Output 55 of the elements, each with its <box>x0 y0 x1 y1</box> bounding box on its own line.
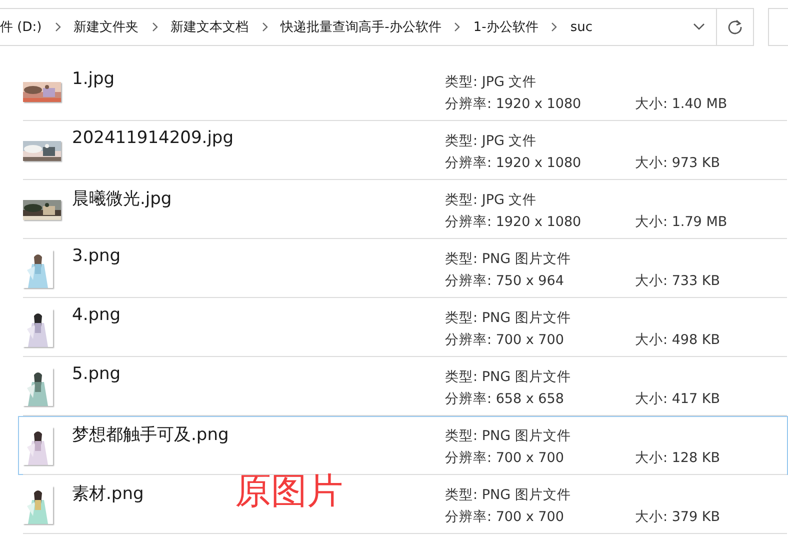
file-size: 大小: 973 KB <box>635 155 720 171</box>
file-name: 202411914209.jpg <box>72 128 234 148</box>
file-size: 大小: 1.79 MB <box>635 214 728 230</box>
file-type: 类型: JPG 文件 <box>445 73 538 91</box>
file-size: 大小: 379 KB <box>635 509 720 525</box>
chevron-icon <box>550 22 558 32</box>
file-row[interactable]: 1.jpg 类型: JPG 文件 分辨率: 1920 x 1080 大小: 1.40 MB <box>18 62 788 121</box>
breadcrumb-item[interactable]: 快递批量查询高手-办公软件 <box>274 18 448 36</box>
file-name: 晨曦微光.jpg <box>72 188 172 210</box>
file-row[interactable]: 202411914209.jpg 类型: JPG 文件 分辨率: 1920 x 1080 大小: 973 KB <box>18 121 788 180</box>
chevron-icon <box>54 22 62 32</box>
file-resolution: 分辨率: 750 x 964 <box>445 272 565 290</box>
file-size: 大小: 128 KB <box>635 450 720 466</box>
breadcrumb-item[interactable]: 新建文本文档 <box>164 18 255 36</box>
file-type: 类型: PNG 图片文件 <box>445 368 572 386</box>
file-type: 类型: PNG 图片文件 <box>445 427 572 445</box>
file-resolution: 分辨率: 1920 x 1080 <box>445 154 582 172</box>
file-row[interactable]: 3.png 类型: PNG 图片文件 分辨率: 750 x 964 大小: 733 KB <box>18 239 788 298</box>
file-type: 类型: PNG 图片文件 <box>445 309 572 327</box>
file-row[interactable]: 4.png 类型: PNG 图片文件 分辨率: 700 x 700 大小: 498 KB <box>18 298 788 357</box>
file-size: 大小: 417 KB <box>635 391 720 407</box>
file-name: 1.jpg <box>72 69 115 89</box>
file-row[interactable]: 5.png 类型: PNG 图片文件 分辨率: 658 x 658 大小: 417 KB <box>18 357 788 416</box>
file-row[interactable]: 晨曦微光.jpg 类型: JPG 文件 分辨率: 1920 x 1080 大小: 1.79 MB <box>18 180 788 239</box>
file-resolution: 分辨率: 700 x 700 <box>445 449 565 467</box>
file-type: 类型: JPG 文件 <box>445 191 538 209</box>
refresh-icon <box>727 19 744 35</box>
file-size: 大小: 498 KB <box>635 332 720 348</box>
file-name: 4.png <box>72 305 121 325</box>
breadcrumb-item[interactable]: 件 (D:) <box>0 18 48 36</box>
breadcrumb-item[interactable]: suc <box>564 20 599 34</box>
file-size: 大小: 733 KB <box>635 273 720 289</box>
file-resolution: 分辨率: 658 x 658 <box>445 390 565 408</box>
file-resolution: 分辨率: 1920 x 1080 <box>445 95 582 113</box>
chevron-icon <box>453 22 462 32</box>
address-bar[interactable]: 件 (D:) 新建文件夹 新建文本文档 快递批量查询高手-办公软件 1-办公软件 suc <box>0 8 754 46</box>
file-type: 类型: PNG 图片文件 <box>445 250 572 268</box>
chevron-icon <box>150 22 159 32</box>
file-name: 5.png <box>72 364 121 384</box>
file-type: 类型: PNG 图片文件 <box>445 486 572 504</box>
file-name: 3.png <box>72 246 121 266</box>
breadcrumb-item[interactable]: 1-办公软件 <box>467 18 544 36</box>
file-row[interactable]: 梦想都触手可及.png 类型: PNG 图片文件 分辨率: 700 x 700 大小: 128 KB <box>18 416 788 475</box>
annotation-label: 原图片 <box>235 474 343 510</box>
chevron-icon <box>260 22 269 32</box>
dropdown-chevron-icon[interactable] <box>693 23 706 31</box>
file-type: 类型: JPG 文件 <box>445 132 538 150</box>
file-resolution: 分辨率: 1920 x 1080 <box>445 213 582 231</box>
file-size: 大小: 1.40 MB <box>635 96 728 112</box>
file-resolution: 分辨率: 700 x 700 <box>445 331 565 349</box>
breadcrumb-item[interactable]: 新建文件夹 <box>68 18 145 36</box>
search-field[interactable] <box>768 8 788 46</box>
file-name: 梦想都触手可及.png <box>72 424 229 446</box>
file-name: 素材.png <box>72 483 144 505</box>
file-resolution: 分辨率: 700 x 700 <box>445 508 565 526</box>
